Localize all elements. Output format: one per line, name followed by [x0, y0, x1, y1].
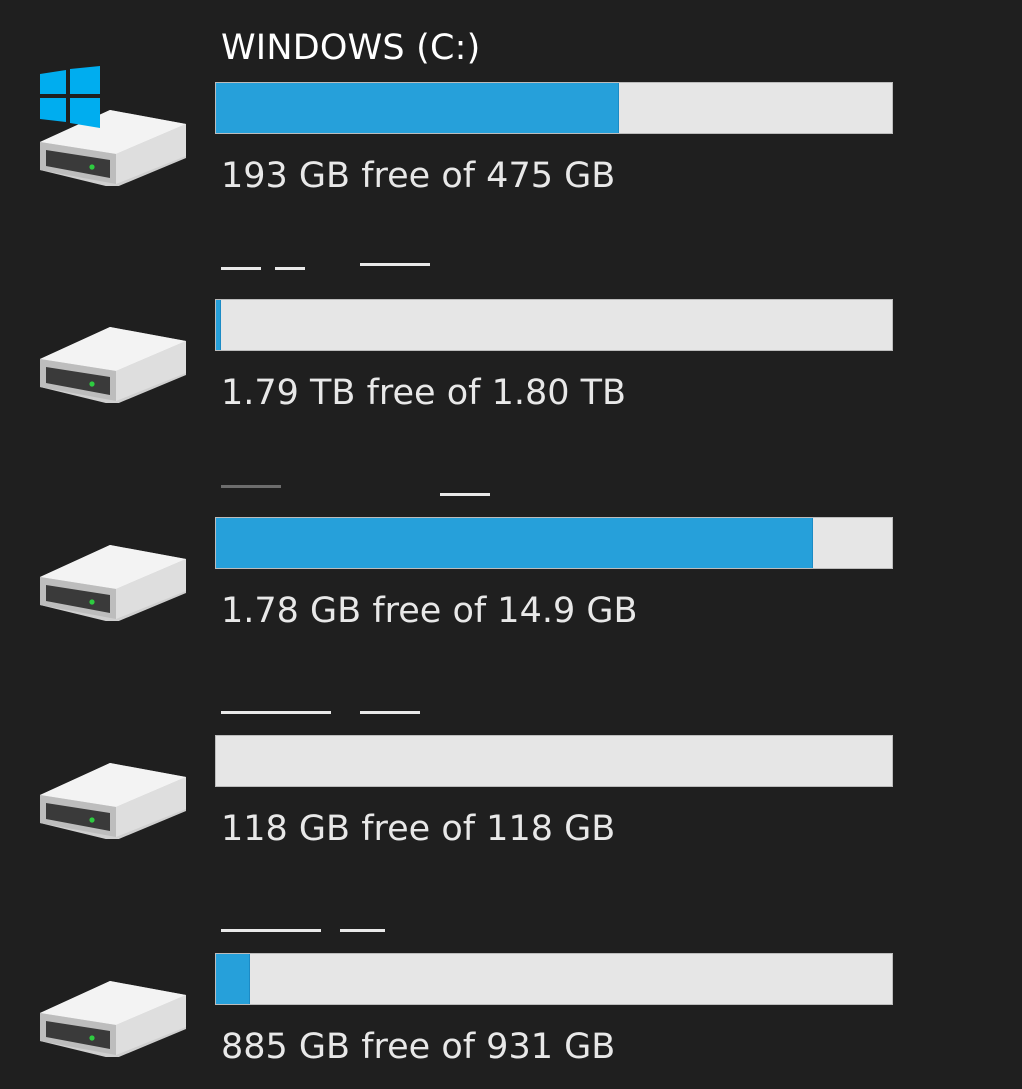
drive-name-redacted [221, 679, 521, 723]
drive-tile[interactable]: 118 GB free of 118 GB [0, 653, 1022, 871]
hard-drive-icon [34, 313, 190, 403]
usage-bar [215, 953, 893, 1005]
hard-drive-icon [34, 531, 190, 621]
free-space-text: 1.79 TB free of 1.80 TB [221, 373, 627, 413]
usage-bar-fill [216, 954, 251, 1004]
drive-name-redacted [221, 897, 521, 941]
drive-tile[interactable]: WINDOWS (C:) 193 GB free of 475 GB [0, 0, 1022, 218]
usage-bar [215, 82, 893, 134]
free-space-text: 118 GB free of 118 GB [221, 809, 616, 849]
hard-drive-icon [34, 749, 190, 839]
redacted-label-mark [360, 711, 420, 714]
usage-bar-fill [216, 300, 222, 350]
free-space-text: 1.78 GB free of 14.9 GB [221, 591, 638, 631]
usage-bar-fill [216, 83, 619, 133]
hard-drive-icon [34, 967, 190, 1057]
windows-logo-icon [38, 66, 102, 132]
redacted-label-mark [221, 485, 281, 488]
redacted-label-mark [340, 929, 385, 932]
redacted-label-mark [440, 493, 490, 496]
drive-name: WINDOWS (C:) [221, 28, 481, 68]
usage-bar [215, 517, 893, 569]
drive-tile[interactable]: 1.79 TB free of 1.80 TB [0, 217, 1022, 435]
usage-bar [215, 735, 893, 787]
usage-bar-fill [216, 518, 813, 568]
free-space-text: 885 GB free of 931 GB [221, 1027, 616, 1067]
redacted-label-mark [275, 267, 305, 270]
drive-tile[interactable]: 885 GB free of 931 GB [0, 871, 1022, 1089]
drive-name-redacted [221, 461, 521, 505]
redacted-label-mark [221, 711, 331, 714]
drive-tile[interactable]: 1.78 GB free of 14.9 GB [0, 435, 1022, 653]
usage-bar [215, 299, 893, 351]
redacted-label-mark [360, 263, 430, 266]
redacted-label-mark [221, 929, 321, 932]
redacted-label-mark [221, 267, 261, 270]
free-space-text: 193 GB free of 475 GB [221, 156, 616, 196]
